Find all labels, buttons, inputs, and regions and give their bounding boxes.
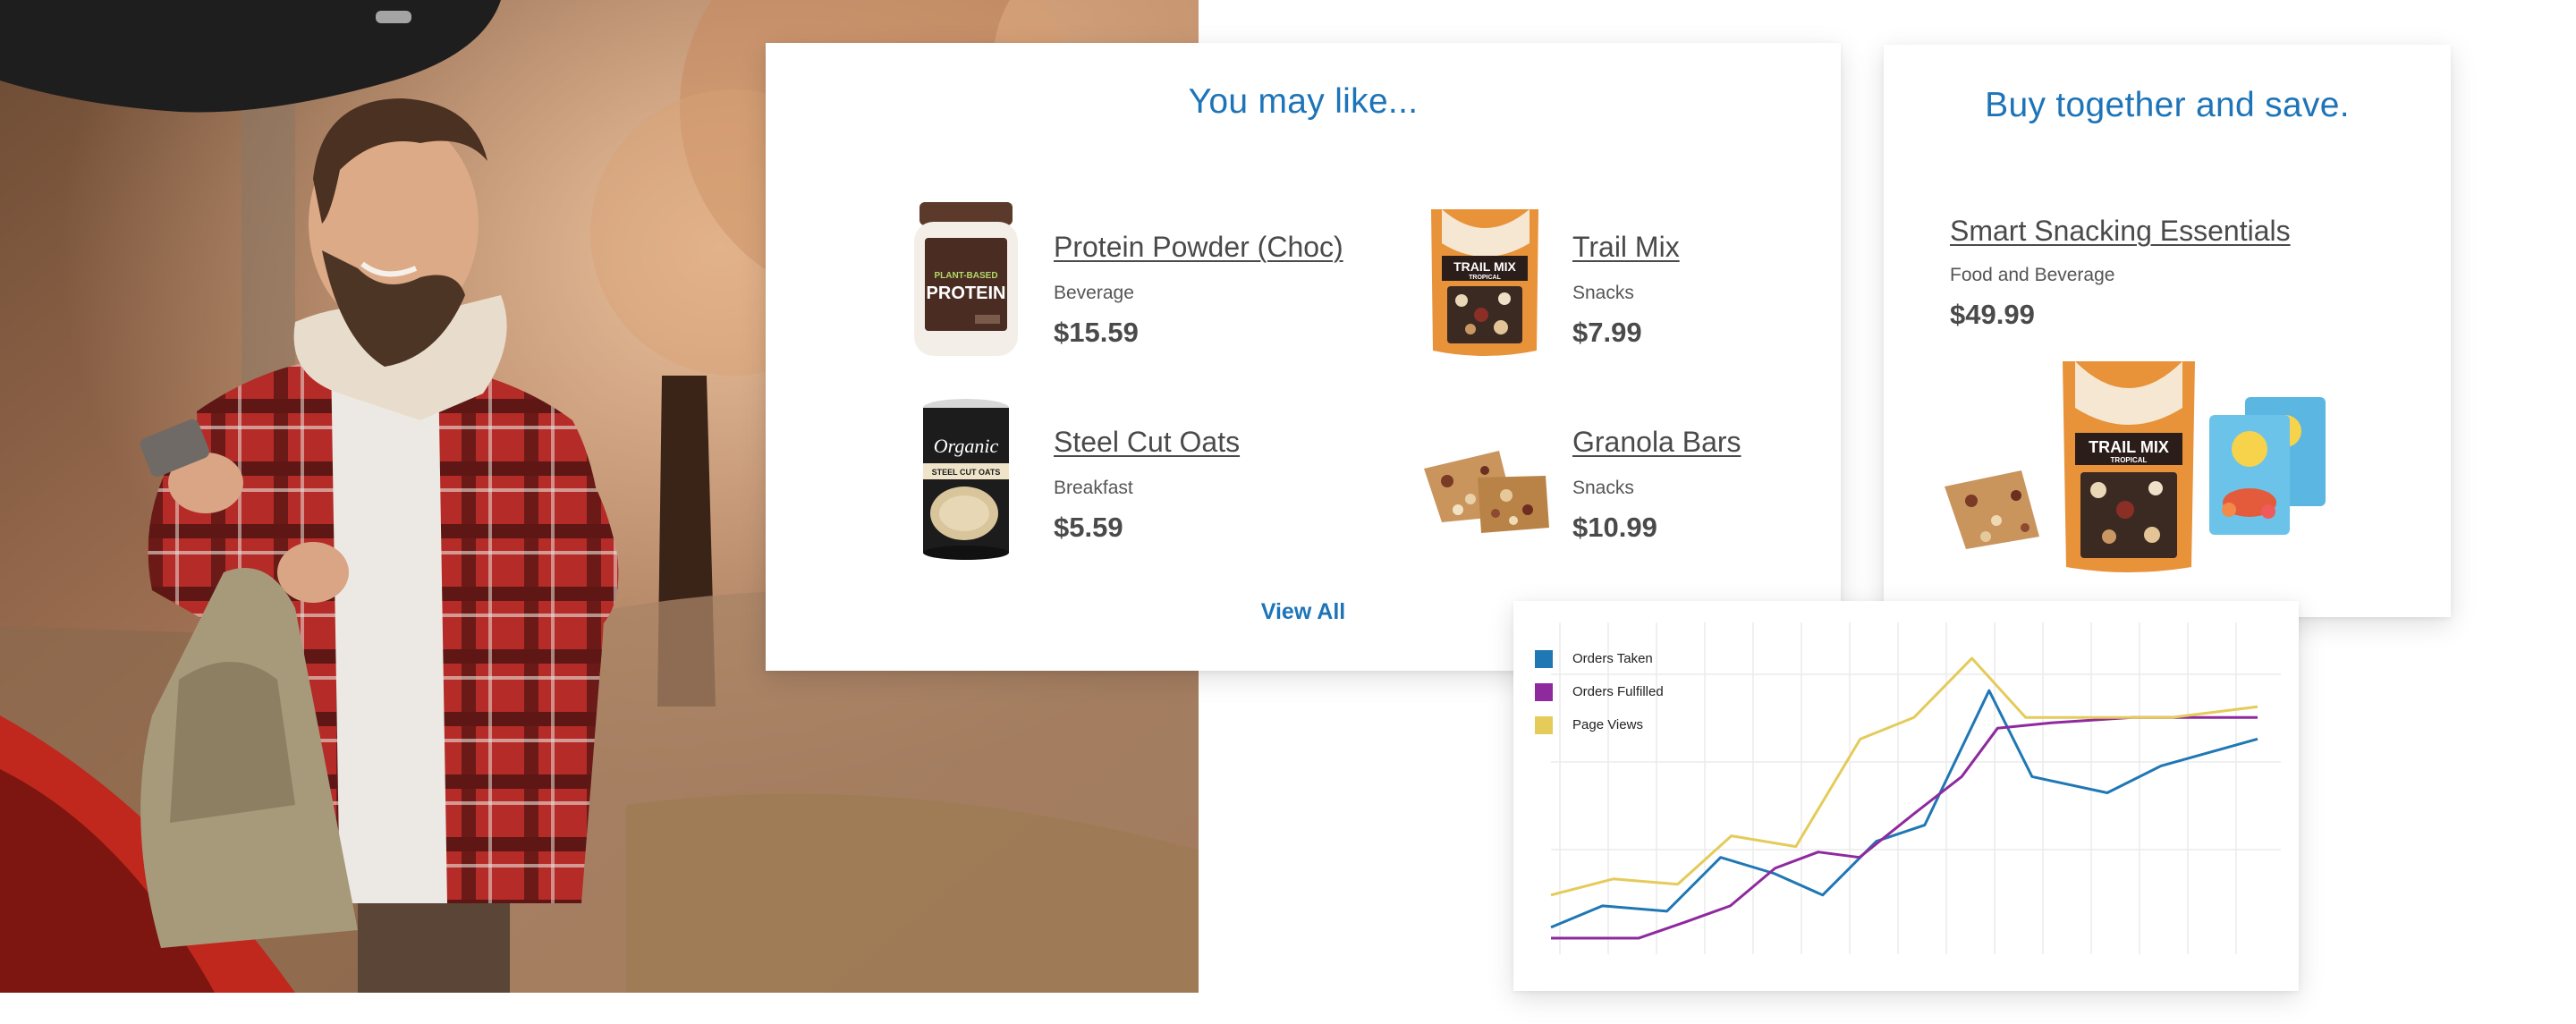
product-image-label-2: STEEL CUT OATS: [932, 468, 1001, 477]
legend-item-orders-fulfilled: Orders Fulfilled: [1535, 675, 1664, 708]
product-image-protein-powder[interactable]: PLANT-BASED PROTEIN: [877, 193, 1055, 372]
product-category: Beverage: [1054, 283, 1134, 303]
legend-item-page-views: Page Views: [1535, 708, 1664, 741]
product-category: Breakfast: [1054, 478, 1133, 498]
product-image-trail-mix[interactable]: TRAIL MIX TROPICAL: [1395, 193, 1574, 372]
product-card[interactable]: Organic STEEL CUT OATS Steel Cut Oats Br…: [877, 388, 1377, 567]
product-card[interactable]: PLANT-BASED PROTEIN Protein Powder (Choc…: [877, 193, 1377, 372]
product-price: $15.59: [1054, 317, 1139, 348]
product-image-granola-bars[interactable]: [1395, 388, 1574, 567]
legend-label: Orders Taken: [1572, 651, 1653, 666]
product-category: Snacks: [1572, 283, 1634, 303]
product-price: $7.99: [1572, 317, 1642, 348]
bundle-products-image[interactable]: TRAIL MIX TROPICAL: [1941, 352, 2370, 594]
product-image-label-1: PLANT-BASED: [934, 271, 997, 281]
legend-swatch: [1535, 715, 1553, 734]
chart-legend: Orders Taken Orders Fulfilled Page Views: [1535, 642, 1664, 741]
recommendations-card: You may like... PLANT-BASED PROTEIN Prot…: [766, 43, 1841, 671]
product-image-label-2: TROPICAL: [1469, 275, 1502, 281]
product-price: $10.99: [1572, 512, 1657, 543]
orders-chart-card: Orders Taken Orders Fulfilled Page Views: [1513, 601, 2299, 991]
bundle-image-label-2: TROPICAL: [2111, 456, 2148, 464]
product-card[interactable]: TRAIL MIX TROPICAL Trail Mix Snacks $7.9…: [1395, 193, 1896, 372]
bundle-card: Buy together and save. Smart Snacking Es…: [1884, 45, 2451, 617]
product-name-link[interactable]: Protein Powder (Choc): [1054, 231, 1343, 264]
product-image-label-1: TRAIL MIX: [1453, 259, 1516, 274]
legend-label: Orders Fulfilled: [1572, 684, 1664, 699]
product-name-link[interactable]: Granola Bars: [1572, 426, 1741, 459]
recommendations-title: You may like...: [1188, 82, 1419, 121]
product-image-label-2: PROTEIN: [927, 284, 1006, 303]
bundle-category: Food and Beverage: [1950, 265, 2115, 285]
bundle-price: $49.99: [1950, 299, 2035, 330]
bundle-title: Buy together and save.: [1985, 86, 2350, 124]
legend-item-orders-taken: Orders Taken: [1535, 642, 1664, 675]
bundle-image-label-1: TRAIL MIX: [2089, 438, 2169, 456]
product-image-label-1: Organic: [934, 435, 999, 457]
product-name-link[interactable]: Steel Cut Oats: [1054, 426, 1240, 459]
product-name-link[interactable]: Trail Mix: [1572, 231, 1680, 264]
legend-swatch: [1535, 649, 1553, 668]
product-category: Snacks: [1572, 478, 1634, 498]
legend-label: Page Views: [1572, 717, 1643, 732]
product-card[interactable]: Granola Bars Snacks $10.99: [1395, 388, 1896, 567]
product-price: $5.59: [1054, 512, 1123, 543]
legend-swatch: [1535, 682, 1553, 701]
product-image-steel-cut-oats[interactable]: Organic STEEL CUT OATS: [877, 388, 1055, 567]
bundle-name-link[interactable]: Smart Snacking Essentials: [1950, 215, 2291, 248]
